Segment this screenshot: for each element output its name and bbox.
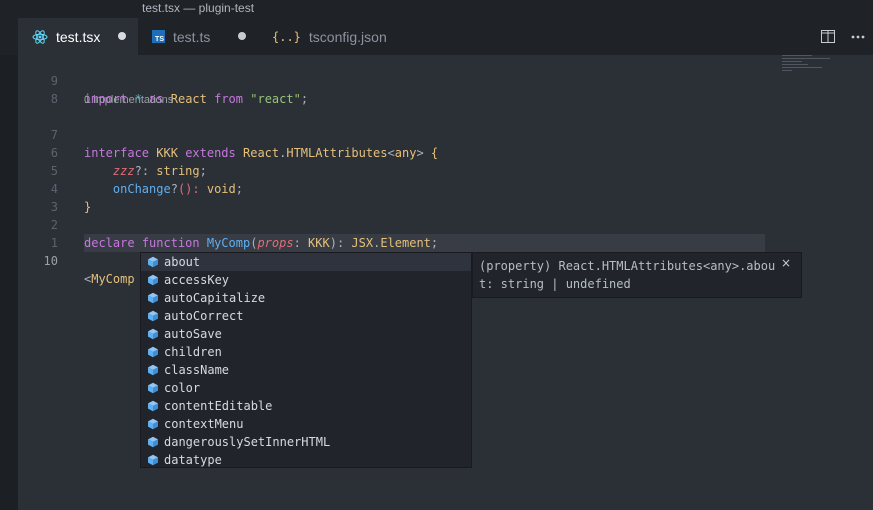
suggestion-item[interactable]: color	[141, 379, 471, 397]
detail-signature-cont: t: string | undefined	[479, 277, 631, 291]
property-cube-icon	[147, 292, 159, 304]
more-actions-icon[interactable]	[843, 35, 873, 39]
property-cube-icon	[147, 256, 159, 268]
property-cube-icon	[147, 328, 159, 340]
suggestion-item[interactable]: autoCorrect	[141, 307, 471, 325]
tab-label: tsconfig.json	[308, 28, 387, 45]
tab-bar: test.tsx TS test.ts {..} tsconfig.json	[0, 18, 873, 55]
suggestion-item[interactable]: autoSave	[141, 325, 471, 343]
typescript-file-icon: TS	[152, 30, 165, 43]
activity-strip	[0, 55, 18, 510]
detail-signature: (property) React.HTMLAttributes<any>.abo…	[479, 259, 776, 273]
suggestion-label: className	[164, 363, 230, 377]
suggestion-item[interactable]: dangerouslySetInnerHTML	[141, 433, 471, 451]
suggestion-item[interactable]: autoCapitalize	[141, 289, 471, 307]
code-line: 2 declare function MyComp(props: KKK): J…	[18, 198, 778, 250]
property-cube-icon	[147, 346, 159, 358]
codelens-implementations[interactable]: 0 implementations	[84, 94, 173, 106]
code-line: 7 interface KKK extends React.HTMLAttrib…	[18, 108, 778, 160]
suggestion-item[interactable]: accessKey	[141, 271, 471, 289]
suggestion-item[interactable]: datatype	[141, 451, 471, 467]
window-title: test.tsx — plugin-test	[142, 1, 255, 15]
suggestion-list: about accessKey autoCapitalize autoCorrect a…	[141, 253, 471, 467]
editor-actions	[813, 18, 873, 55]
react-icon	[32, 29, 48, 45]
code-line: 6 zzz?: string;	[18, 126, 778, 178]
tab-tsconfig-json[interactable]: {..} tsconfig.json	[258, 18, 398, 55]
suggestion-item[interactable]: children	[141, 343, 471, 361]
suggestion-label: color	[164, 381, 201, 395]
suggestion-label: contentEditable	[164, 399, 273, 413]
line-number: 8	[50, 92, 58, 106]
code-line: 9 import * as React from "react";	[18, 54, 778, 106]
line-number: 10	[43, 254, 58, 268]
suggestion-label: children	[164, 345, 222, 359]
title-bar: test.tsx — plugin-test	[0, 0, 873, 18]
suggestion-item[interactable]: contentEditable	[141, 397, 471, 415]
tab-test-tsx[interactable]: test.tsx	[18, 18, 138, 55]
tab-label: test.tsx	[56, 28, 101, 45]
json-braces-icon: {..}	[272, 29, 301, 44]
suggestion-label: dangerouslySetInnerHTML	[164, 435, 331, 449]
suggestion-item[interactable]: contextMenu	[141, 415, 471, 433]
suggestion-item[interactable]: about	[141, 253, 471, 271]
property-cube-icon	[147, 418, 159, 430]
code-line: 4 }	[18, 162, 778, 214]
suggestion-label: about	[164, 255, 201, 269]
property-cube-icon	[147, 310, 159, 322]
suggestion-label: autoSave	[164, 327, 222, 341]
code-line: 8	[18, 72, 778, 106]
suggestion-label: autoCapitalize	[164, 291, 266, 305]
suggestion-label: datatype	[164, 453, 222, 467]
suggestion-item[interactable]: className	[141, 361, 471, 379]
close-icon[interactable]: ×	[781, 256, 791, 270]
suggestion-label: autoCorrect	[164, 309, 244, 323]
property-cube-icon	[147, 400, 159, 412]
property-cube-icon	[147, 274, 159, 286]
property-cube-icon	[147, 382, 159, 394]
code-line: 5 onChange?(): void;	[18, 144, 778, 196]
property-cube-icon	[147, 454, 159, 466]
code-line: 3	[18, 180, 778, 214]
split-editor-icon[interactable]	[813, 30, 843, 43]
property-cube-icon	[147, 436, 159, 448]
property-cube-icon	[147, 364, 159, 376]
unsaved-dot-icon[interactable]	[118, 32, 126, 40]
suggestion-label: contextMenu	[164, 417, 244, 431]
tab-label: test.ts	[173, 28, 211, 45]
code-line: 1	[18, 216, 778, 250]
suggestion-details: (property) React.HTMLAttributes<any>.abo…	[472, 252, 802, 298]
tab-test-ts[interactable]: TS test.ts	[138, 18, 258, 55]
code-line-current: 10 <MyComp />	[18, 234, 778, 287]
suggestion-widget[interactable]: about accessKey autoCapitalize autoCorrect a…	[140, 252, 472, 468]
suggestion-label: accessKey	[164, 273, 230, 287]
minimap[interactable]	[782, 55, 842, 85]
unsaved-dot-icon[interactable]	[238, 32, 246, 40]
